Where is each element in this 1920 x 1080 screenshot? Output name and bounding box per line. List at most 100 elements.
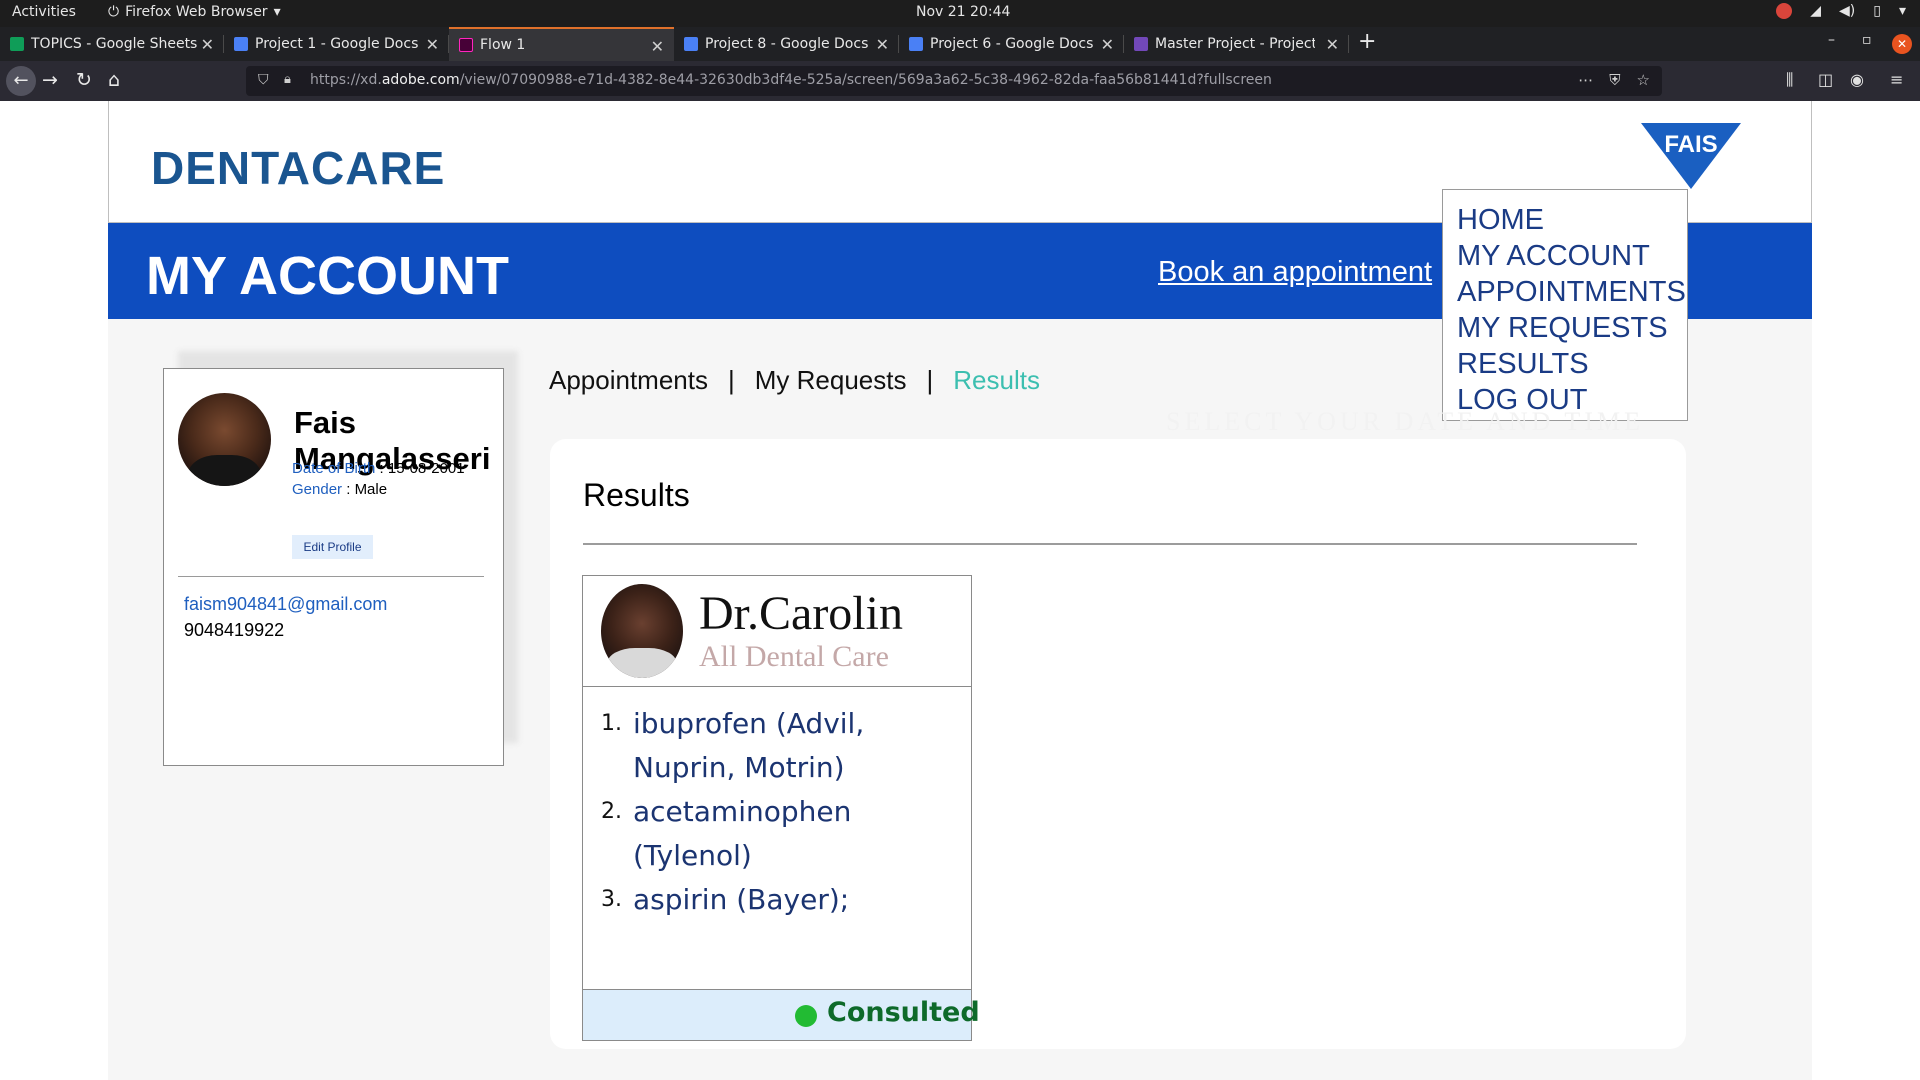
tab-flow-1[interactable]: Flow 1 ✕ [449, 27, 674, 61]
close-icon[interactable]: ✕ [1101, 35, 1114, 54]
sheets-icon [10, 37, 24, 51]
subnav-my-requests[interactable]: My Requests [755, 365, 907, 396]
new-tab-button[interactable]: + [1358, 29, 1376, 54]
profile-divider [178, 576, 484, 577]
list-number: 1. [601, 711, 622, 736]
home-button[interactable]: ⌂ [108, 69, 120, 91]
pocket-icon[interactable]: ⛨ [1609, 71, 1620, 89]
library-icon[interactable]: ⫼ [1786, 70, 1793, 90]
list-item: 2. acetaminophen (Tylenol) [601, 790, 971, 878]
tracking-shield-icon[interactable]: ⛉ [258, 72, 269, 88]
activities-button[interactable]: Activities [12, 4, 76, 20]
menu-item-my-requests[interactable]: MY REQUESTS [1457, 310, 1673, 346]
account-icon[interactable]: ◉ [1850, 70, 1864, 89]
list-number: 2. [601, 799, 622, 824]
back-button[interactable]: ← [6, 66, 36, 96]
tab-title: TOPICS - Google Sheets [31, 36, 198, 52]
tab-master-project[interactable]: Master Project - Project ✕ [1124, 27, 1349, 61]
docs-icon [234, 37, 248, 51]
sidebar-icon[interactable]: ◫ [1818, 70, 1833, 89]
medication-text: acetaminophen (Tylenol) [633, 795, 852, 872]
site-logo[interactable]: DENTACARE [151, 141, 445, 195]
account-subnav: Appointments | My Requests | Results [549, 365, 1040, 396]
dob-value: 15-08-2001 [387, 460, 465, 477]
medication-text: aspirin (Bayer); [633, 883, 850, 916]
app-menu[interactable]: ⏻ Firefox Web Browser ▾ [108, 4, 281, 20]
result-status-bar: Consulted [582, 989, 980, 1041]
lock-icon[interactable]: 🔒︎ [284, 72, 291, 87]
dob-label: Date of Birth [292, 460, 376, 477]
profile-phone: 9048419922 [184, 620, 285, 640]
subnav-separator: | [727, 365, 735, 395]
system-clock[interactable]: Nov 21 20:44 [916, 4, 1010, 20]
faded-heading: SELECT YOUR DATE AND TIME [1166, 407, 1644, 436]
menu-item-results[interactable]: RESULTS [1457, 346, 1673, 382]
subnav-appointments[interactable]: Appointments [549, 365, 708, 396]
reload-button[interactable]: ↻ [76, 69, 92, 91]
profile-email[interactable]: faism904841@gmail.com [184, 594, 387, 615]
notification-icon[interactable] [1776, 3, 1793, 19]
volume-icon: ◀) [1839, 3, 1856, 19]
doctor-avatar [601, 584, 683, 678]
book-appointment-link[interactable]: Book an appointment [1158, 256, 1432, 289]
close-icon[interactable]: ✕ [876, 35, 889, 54]
menu-item-my-account[interactable]: MY ACCOUNT [1457, 238, 1673, 274]
close-icon[interactable]: ✕ [426, 35, 439, 54]
minimize-icon[interactable]: – [1828, 32, 1835, 48]
close-icon[interactable]: ✕ [201, 35, 214, 54]
medication-text: ibuprofen (Advil, Nuprin, Motrin) [633, 707, 865, 784]
edit-profile-button[interactable]: Edit Profile [292, 535, 373, 559]
user-dropdown-menu: HOME MY ACCOUNT APPOINTMENTS MY REQUESTS… [1442, 189, 1688, 421]
forward-button[interactable]: → [42, 69, 58, 91]
result-card[interactable]: Dr.Carolin All Dental Care 1. ibuprofen (… [582, 575, 980, 1041]
menu-item-home[interactable]: HOME [1457, 202, 1673, 238]
subnav-results[interactable]: Results [953, 365, 1040, 396]
gender-value: Male [354, 481, 388, 498]
list-number: 3. [601, 887, 622, 912]
tab-title: Master Project - Project [1155, 36, 1315, 52]
results-title: Results [583, 477, 690, 513]
profile-card: Fais Mangalasseri Date of Birth : 15-08-… [163, 368, 504, 766]
results-divider [583, 543, 1637, 545]
project-icon [1134, 37, 1148, 51]
list-item: 1. ibuprofen (Advil, Nuprin, Motrin) [601, 702, 971, 790]
profile-dob: Date of Birth : 15-08-2001 [292, 460, 465, 477]
close-icon[interactable]: ✕ [1326, 35, 1339, 54]
close-icon[interactable]: ✕ [651, 37, 664, 56]
bookmark-star-icon[interactable]: ☆ [1637, 71, 1650, 89]
url-scheme: https://xd. [310, 72, 382, 88]
url-actions: ⋯ ⛨ ☆ [1578, 71, 1650, 89]
results-panel: Results Dr.Carolin All Dental Care 1. ibu… [550, 439, 1686, 1049]
list-item: 3. aspirin (Bayer); [601, 878, 971, 922]
result-card-header: Dr.Carolin All Dental Care [583, 576, 971, 687]
tab-strip: TOPICS - Google Sheets ✕ Project 1 - Goo… [0, 27, 1920, 61]
url-text[interactable]: https://xd.adobe.com/view/07090988-e71d-… [310, 72, 1272, 88]
clinic-name: All Dental Care [699, 640, 889, 673]
window-close-button[interactable]: ✕ [1892, 34, 1912, 54]
more-actions-icon[interactable]: ⋯ [1578, 71, 1593, 89]
menu-item-appointments[interactable]: APPOINTMENTS [1457, 274, 1686, 310]
user-menu-badge[interactable]: FAIS [1641, 123, 1741, 189]
web-page: DENTACARE FAIS MY ACCOUNT Book an appoin… [0, 101, 1920, 1080]
url-path: /view/07090988-e71d-4382-8e44-32630db3df… [459, 72, 1272, 88]
firefox-icon: ⏻ [108, 4, 120, 20]
hamburger-menu-icon[interactable]: ≡ [1890, 70, 1903, 89]
url-bar[interactable]: ⛉ 🔒︎ https://xd.adobe.com/view/07090988-… [246, 66, 1662, 96]
restore-icon[interactable]: ▫ [1862, 32, 1872, 48]
gender-label: Gender [292, 481, 343, 498]
power-menu-icon: ▾ [1898, 3, 1906, 19]
system-tray[interactable]: ◢ ◀) ▯ ▾ [1776, 3, 1906, 19]
docs-icon [684, 37, 698, 51]
tab-title: Project 6 - Google Docs [930, 36, 1094, 52]
tab-project-8[interactable]: Project 8 - Google Docs ✕ [674, 27, 899, 61]
tab-title: Flow 1 [480, 37, 526, 53]
subnav-separator: | [926, 365, 934, 395]
page-title: MY ACCOUNT [146, 246, 509, 306]
tab-project-1[interactable]: Project 1 - Google Docs ✕ [224, 27, 449, 61]
docs-icon [909, 37, 923, 51]
badge-label: FAIS [1664, 131, 1718, 158]
tab-topics[interactable]: TOPICS - Google Sheets ✕ [0, 27, 224, 61]
tab-project-6[interactable]: Project 6 - Google Docs ✕ [899, 27, 1124, 61]
battery-icon: ▯ [1873, 3, 1881, 19]
url-host: adobe.com [381, 72, 460, 88]
